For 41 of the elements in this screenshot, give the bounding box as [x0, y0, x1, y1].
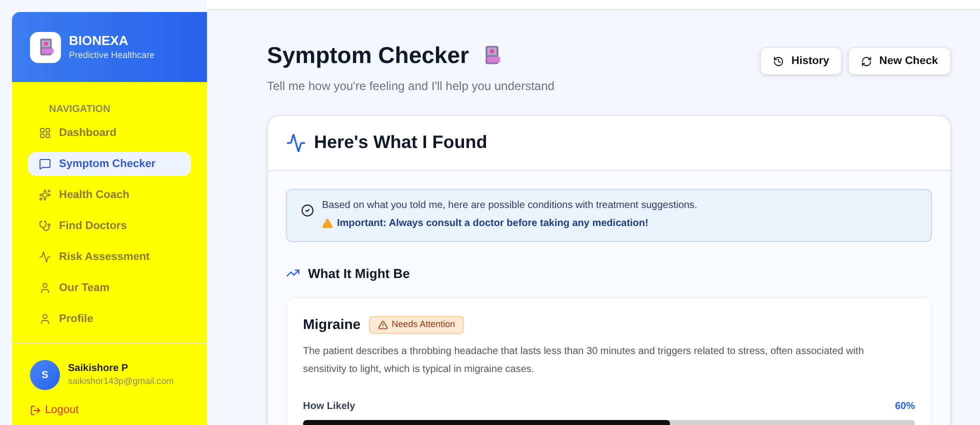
nav-heading: NAVIGATION	[48, 103, 112, 117]
user-avatar: S	[30, 360, 60, 390]
user-name: Saikishore P	[68, 363, 130, 375]
card-title: Here's What I Found	[314, 131, 488, 154]
user-icon	[39, 313, 51, 325]
condition-description: The patient describes a throbbing headache that lasts less than 30 minutes and triggers related to stress, often associated with sensitivity to light, which is typical in migraine cases.	[303, 345, 865, 377]
condition-name: Migraine	[303, 315, 361, 334]
warning-icon	[378, 320, 388, 330]
page-title: Symptom Checker	[267, 41, 469, 70]
brand-tagline: Predictive Healthcare	[69, 49, 155, 61]
status-badge: Needs Attention	[368, 316, 464, 334]
nav-item[interactable]: Our Team	[28, 276, 191, 300]
sparkles-icon	[39, 189, 51, 201]
notice-warning: Important: Always consult a doctor before taking any medication!	[337, 216, 648, 230]
check-circle-icon	[301, 204, 314, 216]
nav-item[interactable]: Profile	[28, 307, 191, 331]
action-button[interactable]: History	[760, 47, 842, 75]
history-icon	[773, 56, 784, 66]
nav-item[interactable]: Dashboard	[28, 121, 191, 145]
nav-item[interactable]: Health Coach	[28, 183, 191, 207]
stethoscope-icon	[39, 220, 51, 232]
nav-item[interactable]: Symptom Checker	[28, 152, 191, 176]
logout-button[interactable]: Logout	[30, 402, 189, 418]
user-email: saikishor143p@gmail.com	[68, 375, 174, 387]
warning-icon	[322, 218, 333, 228]
refresh-icon	[861, 56, 872, 66]
user-icon	[39, 282, 51, 294]
logout-icon	[30, 404, 41, 416]
nav-item[interactable]: Risk Assessment	[28, 245, 191, 269]
chat-icon	[39, 158, 51, 170]
section-title: What It Might Be	[308, 264, 410, 283]
grid-icon	[39, 127, 51, 139]
likelihood-label: How Likely	[303, 400, 356, 414]
pulse-icon	[286, 132, 306, 152]
likelihood-reading: 60%	[894, 400, 915, 414]
pulse-icon	[39, 251, 51, 263]
page-subtitle: Tell me how you're feeling and I'll help you understand	[267, 78, 554, 94]
action-button[interactable]: New Check	[848, 47, 951, 75]
brand-name: BIONEXA	[69, 33, 130, 49]
nav-item[interactable]: Find Doctors	[28, 214, 191, 238]
notice-text: Based on what you told me, here are possible conditions with treatment suggestions.	[322, 198, 698, 212]
